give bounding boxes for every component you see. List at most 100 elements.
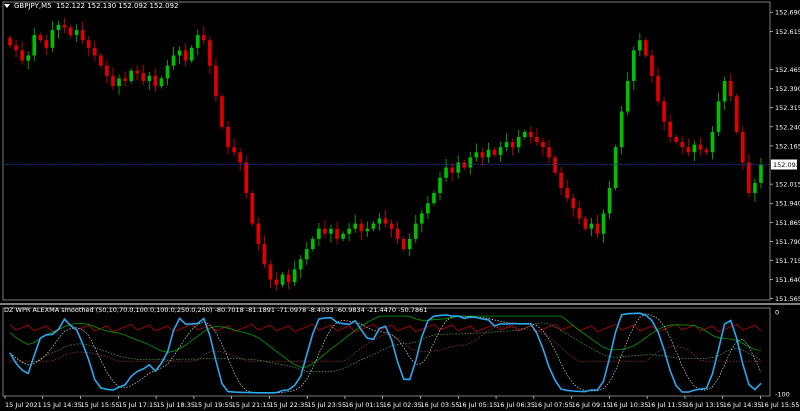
candle-body	[232, 147, 236, 153]
candle-body	[44, 40, 49, 48]
candle-body	[462, 162, 467, 168]
price-axis-label: 151.865	[775, 219, 800, 227]
mid-lower-dotted-line	[9, 322, 762, 373]
candle-body	[274, 279, 279, 285]
candle-body	[498, 147, 503, 155]
candle-body	[202, 35, 206, 41]
candle-body	[407, 238, 412, 250]
price-axis-label: 151.565	[775, 295, 800, 303]
price-axis-label: 152.015	[775, 181, 800, 189]
candle-body	[710, 131, 715, 153]
chart-symbol: GBPJPY,M5	[14, 2, 52, 10]
candle-body	[304, 249, 309, 260]
candle-body	[38, 35, 43, 41]
chart-canvas[interactable]: 152.690 152.615 152.465 152.390 152.315 152.2…	[0, 0, 800, 411]
candle-body	[565, 187, 569, 199]
candle-body	[111, 75, 115, 87]
candle-body	[62, 24, 67, 28]
candle-body	[450, 167, 454, 173]
candle-body	[74, 30, 79, 36]
time-axis-label: 16 Jul 05:15	[458, 401, 497, 409]
candle-body	[286, 274, 291, 283]
candle-body	[365, 228, 370, 232]
candle-body	[329, 228, 333, 234]
price-axis-label: 151.715	[775, 257, 800, 265]
candle-body	[535, 136, 539, 143]
collapse-triangle-icon[interactable]	[4, 4, 10, 8]
candle-body	[26, 55, 31, 61]
candle-body	[504, 142, 509, 148]
lower-level-line	[9, 315, 762, 368]
candle-body	[377, 218, 382, 224]
time-axis-label: 15 Jul 21:15	[232, 401, 271, 409]
candle-body	[638, 40, 642, 51]
candle-body	[728, 80, 733, 97]
candle-body	[56, 24, 61, 31]
candle-body	[268, 264, 273, 280]
candle-body	[692, 144, 697, 153]
time-axis-label: 16 Jul 07:55	[534, 401, 573, 409]
time-axis-label: 15 Jul 18:35	[156, 401, 195, 409]
candle-body	[668, 121, 672, 137]
time-axis-label: 16 Jul 02:35	[383, 401, 422, 409]
candle-body	[662, 101, 666, 122]
candle-body	[541, 142, 545, 148]
candle-body	[722, 80, 727, 102]
candle-body	[256, 223, 261, 244]
time-axis-label: 16 Jul 01:15	[345, 401, 384, 409]
candle-body	[680, 142, 685, 148]
candle-body	[226, 126, 230, 148]
time-axis-label: 16 Jul 15:55	[760, 401, 799, 409]
candle-body	[8, 37, 12, 46]
candle-body	[80, 30, 85, 41]
candle-body	[438, 177, 442, 194]
candle-body	[383, 218, 388, 224]
price-axis-label: 152.465	[775, 66, 800, 74]
candle-body	[625, 80, 630, 112]
candle-body	[32, 35, 37, 56]
candle-body	[177, 50, 182, 56]
indicator-axis-top: 0	[775, 309, 779, 317]
candle-body	[208, 40, 212, 66]
price-axis-label: 152.390	[775, 85, 800, 93]
candle-body	[323, 228, 327, 234]
candle-body	[99, 55, 103, 66]
candle-body	[559, 172, 563, 188]
candle-body	[686, 147, 691, 153]
mid-upper-dotted-line	[10, 326, 761, 362]
candle-body	[317, 228, 321, 239]
candle-body	[510, 142, 515, 148]
candle-body	[698, 144, 703, 150]
candle-body	[601, 213, 606, 234]
candle-body	[426, 203, 430, 214]
time-axis-label: 15 Jul 22:35	[269, 401, 308, 409]
time-axis-label: 16 Jul 14:35	[723, 401, 762, 409]
candle-body	[311, 238, 315, 250]
candle-body	[86, 40, 91, 48]
candle-body	[571, 198, 576, 209]
candle-body	[92, 47, 97, 56]
candle-body	[292, 269, 297, 283]
candle-body	[68, 27, 73, 36]
candle-body	[171, 55, 176, 66]
chart-header: GBPJPY,M5 152.122 152.130 152.092 152.09…	[4, 2, 179, 10]
candle-body	[401, 238, 406, 250]
time-axis-label: 15 Jul 15:55	[81, 401, 120, 409]
candle-body	[189, 47, 194, 61]
time-axis-label: 15 Jul 19:55	[194, 401, 233, 409]
candle-body	[353, 223, 358, 229]
price-axis-label: 152.165	[775, 142, 800, 150]
candle-body	[716, 101, 721, 132]
candle-body	[747, 162, 751, 194]
candle-body	[486, 149, 491, 158]
candle-body	[195, 35, 200, 48]
candle-body	[347, 228, 351, 234]
time-axis-label: 16 Jul 10:35	[609, 401, 648, 409]
time-axis-label: 16 Jul 13:15	[685, 401, 724, 409]
candle-body	[432, 193, 436, 204]
price-axis-label: 151.940	[775, 200, 800, 208]
candle-body	[444, 167, 448, 178]
wpr-line	[9, 312, 762, 394]
candle-body	[147, 75, 152, 81]
candle-body	[165, 65, 170, 79]
